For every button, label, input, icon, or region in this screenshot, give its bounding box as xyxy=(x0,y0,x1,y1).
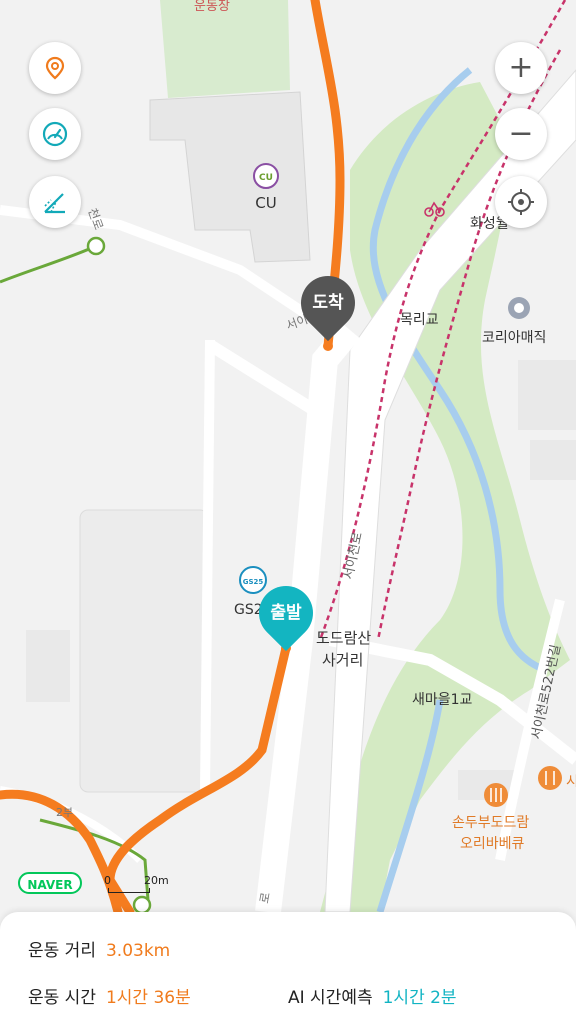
location-pin-icon xyxy=(45,56,65,80)
scale-bar: 0 20m xyxy=(104,874,174,896)
scale-zero: 0 xyxy=(104,874,111,887)
arrival-pin-label: 도착 xyxy=(312,293,344,313)
stats-panel: 운동 거리 3.03km 운동 시간 1시간 36분 AI 시간예측 1시간 2분 xyxy=(0,912,576,1024)
time-label: 운동 시간 xyxy=(28,988,96,1008)
ai-value: 1시간 2분 xyxy=(382,988,457,1008)
departure-pin-label: 출발 xyxy=(270,603,302,623)
label-dodoramsan: 도드람산 xyxy=(316,629,371,647)
place-marker-icon[interactable] xyxy=(508,297,530,319)
zoom-in-button[interactable]: + xyxy=(495,42,547,94)
distance-label: 운동 거리 xyxy=(28,941,96,961)
route-end-dot xyxy=(323,341,333,351)
scale-line xyxy=(108,888,150,893)
label-restaurant-2: 오리바베큐 xyxy=(460,836,525,852)
time-row: 운동 시간 1시간 36분 xyxy=(28,983,191,1008)
naver-logo: NAVER xyxy=(18,872,82,894)
building-block xyxy=(79,509,209,793)
road xyxy=(200,339,215,791)
building-block xyxy=(518,360,576,430)
building-block xyxy=(530,440,576,480)
crosshair-icon xyxy=(508,189,534,215)
sports-field xyxy=(160,0,290,98)
distance-value: 3.03km xyxy=(105,941,171,961)
restaurant-icon[interactable] xyxy=(484,783,508,807)
zoom-out-button[interactable]: − xyxy=(495,108,547,160)
cu-store-icon[interactable]: CU xyxy=(253,163,279,189)
restaurant-icon[interactable] xyxy=(538,766,562,790)
label-restaurant: 손두부도드람 xyxy=(452,815,529,831)
svg-text:CU: CU xyxy=(259,173,273,183)
gps-button[interactable] xyxy=(495,176,547,228)
trail-marker-icon[interactable] xyxy=(86,236,106,256)
label-cu: CU xyxy=(255,194,276,212)
ai-label: AI 시간예측 xyxy=(288,988,373,1008)
minus-icon: − xyxy=(508,116,534,151)
label-top: 운동장 xyxy=(194,0,230,14)
trail-marker-icon[interactable] xyxy=(132,895,152,912)
svg-text:GS25: GS25 xyxy=(243,578,264,586)
distance-row: 운동 거리 3.03km xyxy=(28,936,170,961)
scale-distance: 20m xyxy=(144,874,169,887)
label-mokrigyo: 목리교 xyxy=(400,312,439,328)
slope-icon xyxy=(44,193,65,214)
speed-button[interactable] xyxy=(29,108,81,160)
time-value: 1시간 36분 xyxy=(105,988,191,1008)
building-block xyxy=(26,630,70,702)
ai-row: AI 시간예측 1시간 2분 xyxy=(288,983,457,1008)
speedometer-icon xyxy=(42,121,68,147)
label-restaurant-edge: 시 xyxy=(566,774,576,790)
label-korea-magic: 코리아매직 xyxy=(482,330,546,346)
label-dodoramsan-2: 사거리 xyxy=(322,651,363,669)
slope-button[interactable] xyxy=(29,176,81,228)
plus-icon: + xyxy=(508,50,534,85)
location-button[interactable] xyxy=(29,42,81,94)
label-road-bu: 2부 xyxy=(56,806,73,819)
map-canvas[interactable]: CU GS25 운동장 CU 천로 서이 목리교 화성월 코리아매직 서이천로 … xyxy=(0,0,576,912)
label-saemaeul: 새마을1교 xyxy=(412,692,473,708)
